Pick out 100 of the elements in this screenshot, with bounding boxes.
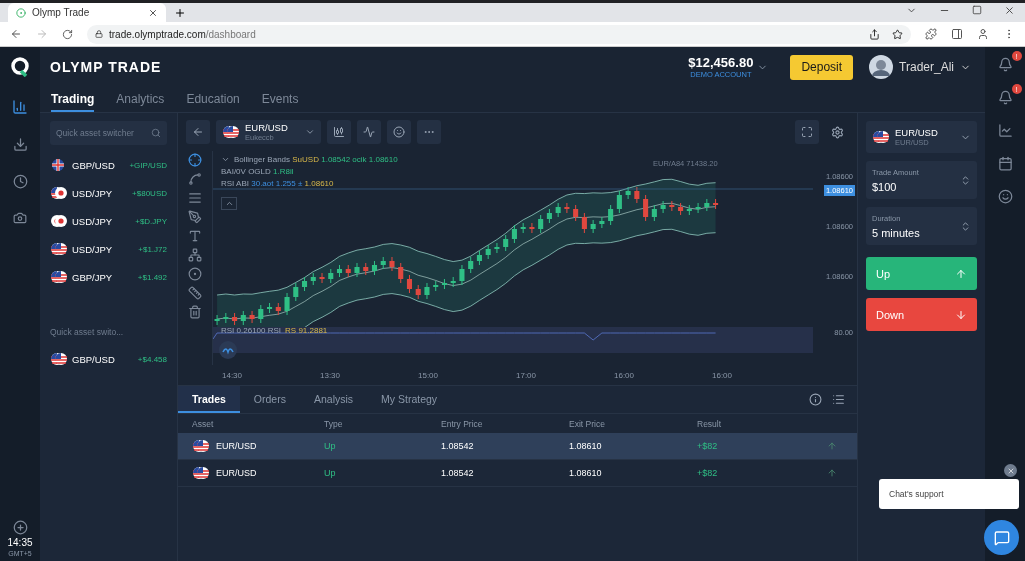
asset-name[interactable]: USD/JPY: [72, 187, 129, 199]
candle: [214, 314, 220, 326]
candle: [354, 262, 360, 278]
time-tick: 17:00: [516, 370, 538, 380]
indicators-icon[interactable]: [356, 120, 381, 144]
download-icon[interactable]: [12, 137, 28, 152]
panel-tab[interactable]: Trades: [178, 386, 240, 413]
ruler-icon[interactable]: [188, 286, 202, 300]
text-tool-icon[interactable]: [188, 229, 202, 243]
candle: [441, 278, 447, 290]
asset-name[interactable]: GBP/USD: [72, 353, 134, 365]
info-icon[interactable]: [809, 393, 822, 406]
face-icon[interactable]: [997, 189, 1013, 204]
close-icon[interactable]: [148, 7, 158, 18]
user-name[interactable]: Trader_Ali: [899, 60, 954, 74]
stepper-icon[interactable]: [960, 220, 971, 232]
trade-row[interactable]: EUR/USD Up 1.08542 1.08610 +$82: [178, 433, 857, 460]
panel-tab[interactable]: Orders: [239, 386, 300, 413]
trash-icon[interactable]: [188, 305, 202, 319]
bookmark-icon[interactable]: [892, 28, 903, 40]
asset-name[interactable]: GBP/USD: [72, 159, 126, 171]
down-button[interactable]: Down: [866, 298, 977, 331]
candle: [223, 312, 229, 324]
candle: [459, 264, 465, 286]
panel-tab[interactable]: Analysis: [299, 386, 368, 413]
candle: [380, 256, 386, 270]
asset-change: +$4.458: [137, 354, 167, 364]
field-value: $100: [872, 180, 898, 193]
candle: [695, 202, 701, 214]
time-tick: 16:00: [712, 370, 734, 380]
side-panel-icon[interactable]: [951, 28, 963, 40]
table-cell-text: 1.08610: [568, 468, 603, 478]
caret-icon[interactable]: [221, 155, 230, 164]
reload-icon[interactable]: [62, 28, 73, 40]
caret-icon: [304, 127, 315, 137]
candle: [678, 202, 684, 216]
asset-name[interactable]: GBP/JPY: [72, 271, 134, 283]
crosshair-icon[interactable]: [188, 153, 202, 167]
lines-icon[interactable]: [188, 191, 202, 205]
chart-icon[interactable]: [12, 99, 28, 115]
asset-name[interactable]: USD/JPY: [72, 215, 132, 227]
search-icon: [151, 128, 161, 138]
calendar-icon[interactable]: [997, 156, 1013, 171]
clock-icon[interactable]: [12, 174, 28, 189]
pattern-icon[interactable]: [188, 248, 202, 262]
add-icon[interactable]: [12, 520, 28, 535]
camera-icon[interactable]: [13, 211, 27, 225]
candle: [433, 280, 439, 292]
browser-tab[interactable]: Olymp Trade: [8, 3, 166, 22]
candle: [634, 186, 640, 204]
stepper-icon[interactable]: [960, 174, 971, 186]
candle: [476, 250, 482, 266]
notification-icon[interactable]: [997, 57, 1013, 72]
time-tick: 13:30: [320, 370, 342, 380]
notification-icon[interactable]: [997, 90, 1013, 105]
address-field[interactable]: trade.olymptrade.com/dashboard: [87, 24, 911, 44]
logo-icon: [10, 57, 30, 77]
field-value: 5 minutes: [872, 226, 921, 239]
flag-icon: [222, 124, 240, 140]
nav-tab[interactable]: Events: [261, 87, 299, 112]
candle: [616, 190, 622, 214]
candle: [669, 200, 675, 212]
back-button[interactable]: [186, 120, 210, 144]
new-tab-icon[interactable]: [174, 7, 186, 19]
candle: [258, 304, 264, 324]
face-icon[interactable]: [386, 120, 411, 144]
profile-icon[interactable]: [977, 28, 989, 40]
close-icon[interactable]: [1004, 5, 1015, 16]
candle: [538, 214, 544, 234]
candle: [599, 216, 605, 229]
collapse-button[interactable]: [221, 197, 237, 210]
fullscreen-icon[interactable]: [795, 120, 819, 144]
nav-tab[interactable]: Analytics: [116, 87, 165, 112]
time-tick: 16:00: [614, 370, 636, 380]
candle: [328, 268, 334, 284]
line-tool-icon[interactable]: [188, 172, 202, 186]
table-cell: EUR/USD: [178, 465, 310, 481]
back-icon[interactable]: [10, 28, 22, 40]
circle-icon[interactable]: [188, 267, 202, 281]
candle: [345, 264, 351, 278]
candle: [564, 202, 570, 214]
chart-icon[interactable]: [997, 123, 1013, 138]
deposit-button[interactable]: Deposit: [790, 54, 854, 80]
panel-tab[interactable]: My Strategy: [367, 386, 452, 413]
asset-name[interactable]: USD/JPY: [72, 243, 135, 255]
indicator-legend: RSI ABI 30.aot 1.255 ± 1.08610: [221, 179, 334, 188]
candle: [651, 204, 657, 222]
flag-icon: [872, 129, 890, 145]
pen-icon[interactable]: [188, 210, 202, 224]
chat-icon: [993, 529, 1010, 546]
asset-search-field[interactable]: Quick asset switcher: [50, 121, 167, 145]
list-icon[interactable]: [832, 393, 845, 406]
candles-icon[interactable]: [326, 120, 351, 144]
up-arrow-icon: [827, 468, 837, 478]
share-icon[interactable]: [869, 28, 880, 40]
flag-icon: [50, 185, 68, 201]
maximize-icon[interactable]: [972, 5, 982, 15]
extensions-icon[interactable]: [925, 28, 937, 40]
symbol-name: EUR/USD: [245, 122, 288, 133]
nav-tab[interactable]: Education: [186, 87, 240, 112]
